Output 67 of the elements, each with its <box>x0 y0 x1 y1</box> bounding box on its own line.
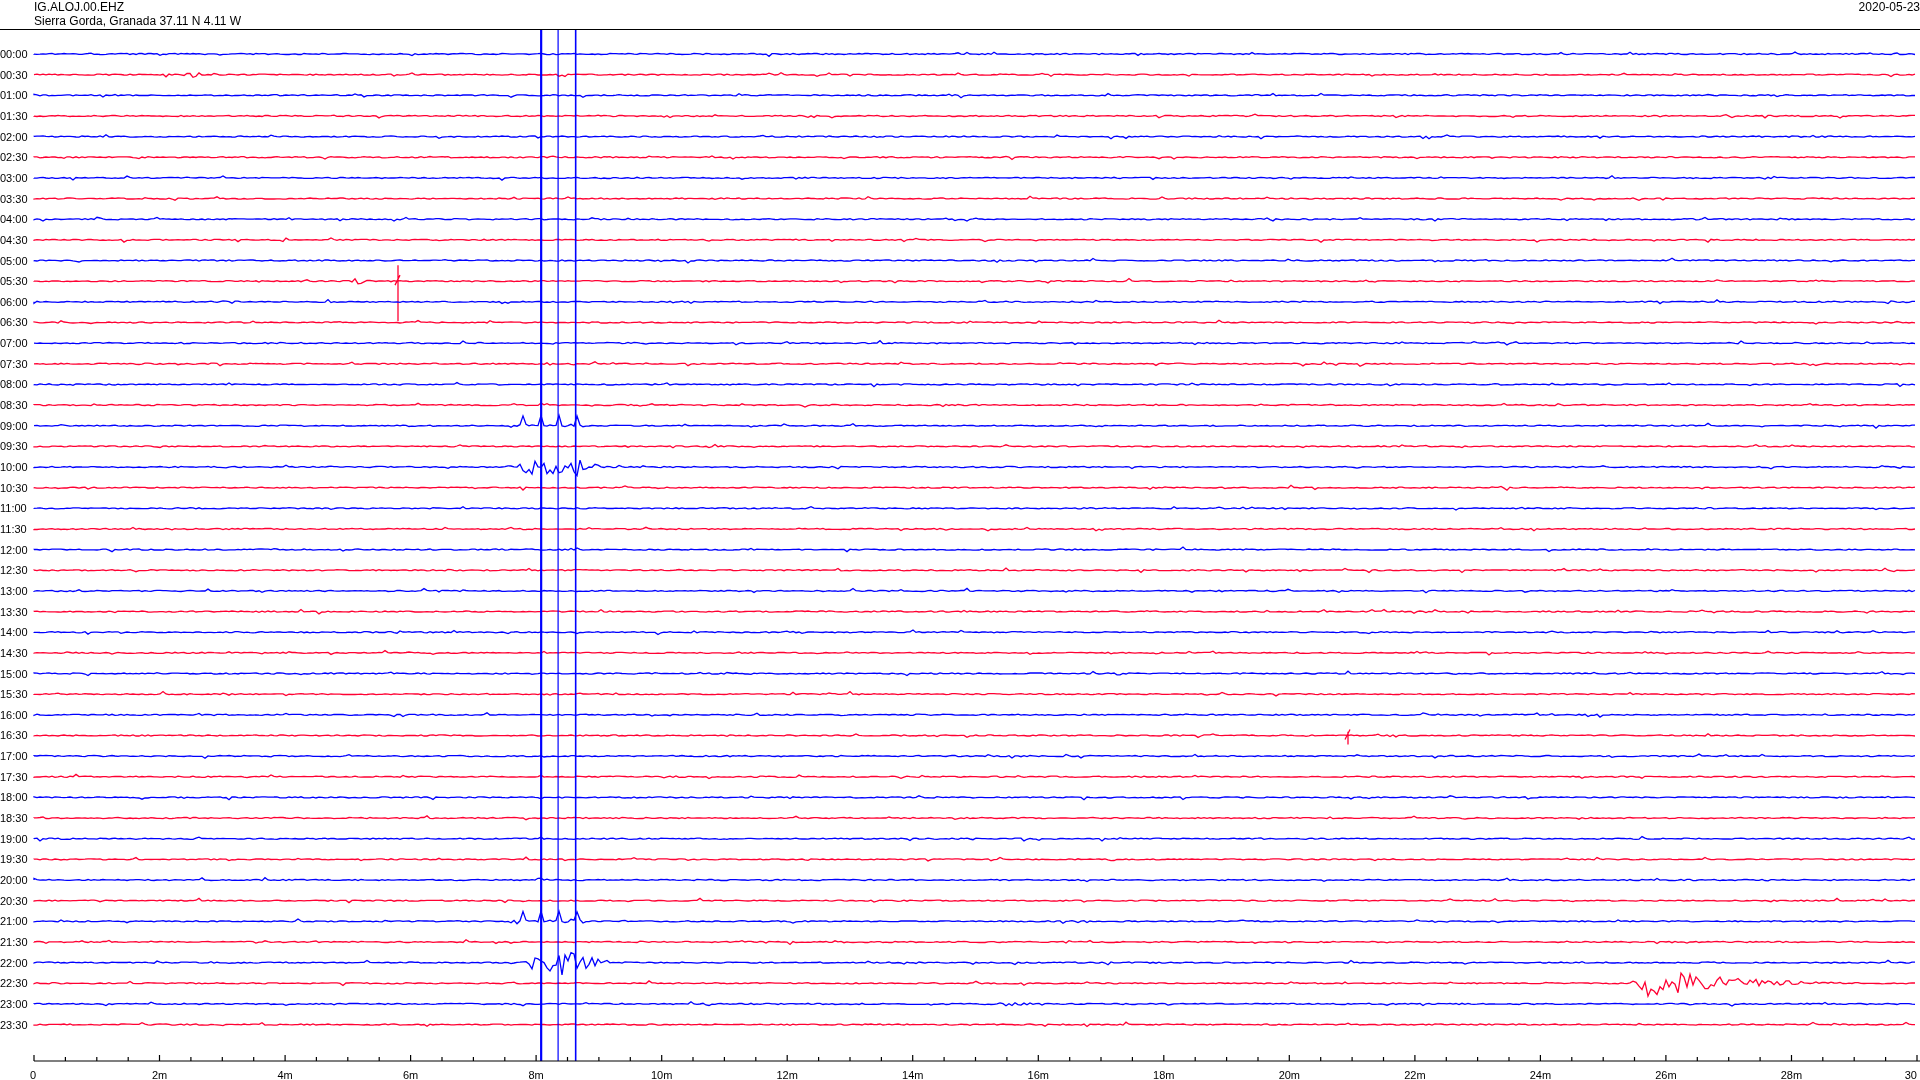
axis-label: 8m <box>528 1069 544 1079</box>
axis-label: 24m <box>1529 1069 1552 1079</box>
axis-label: 6m <box>402 1069 419 1079</box>
time-label: 05:30 <box>0 275 28 288</box>
axis-label: 22m <box>1404 1069 1426 1079</box>
time-label: 12:30 <box>0 564 28 577</box>
time-label: 14:30 <box>0 646 28 659</box>
time-label: 18:30 <box>0 812 28 825</box>
time-label: 01:30 <box>0 109 28 122</box>
time-label: 02:00 <box>0 130 28 143</box>
time-label: 03:30 <box>0 192 28 205</box>
time-label: 10:30 <box>0 481 28 494</box>
station-code: IG.ALOJ.00.EHZ <box>34 0 126 14</box>
time-label: 11:30 <box>0 522 27 535</box>
time-label: 13:30 <box>0 605 28 618</box>
time-label: 08:00 <box>0 378 28 391</box>
time-label: 06:30 <box>0 316 28 329</box>
time-label: 06:00 <box>0 295 28 308</box>
time-label: 20:30 <box>0 894 28 907</box>
plot-date: 2020-05-23 <box>1858 0 1920 14</box>
time-label: 15:30 <box>0 688 28 701</box>
time-label: 09:30 <box>0 440 28 453</box>
time-label: 21:00 <box>0 915 28 928</box>
time-label: 16:30 <box>0 729 28 742</box>
axis-label: 2m <box>151 1069 168 1079</box>
axis-label: 26m <box>1655 1069 1677 1079</box>
axis-label: 28m <box>1780 1069 1803 1079</box>
time-label: 00:00 <box>0 48 28 60</box>
time-label: 23:00 <box>0 997 28 1010</box>
time-label: 22:30 <box>0 977 28 990</box>
time-label: 04:30 <box>0 233 28 246</box>
time-label: 04:00 <box>0 213 28 226</box>
time-label: 05:00 <box>0 254 28 267</box>
axis-label: 10m <box>650 1069 673 1079</box>
time-label: 21:30 <box>0 935 28 948</box>
axis-label: 4m <box>277 1069 293 1079</box>
axis-label: 16m <box>1027 1069 1049 1079</box>
time-label: 19:30 <box>0 853 28 866</box>
time-label: 07:00 <box>0 337 28 350</box>
time-label: 16:00 <box>0 708 28 721</box>
time-label: 07:30 <box>0 357 28 370</box>
axis-label: 14m <box>902 1069 924 1079</box>
time-label: 12:00 <box>0 543 28 556</box>
time-label: 19:00 <box>0 832 28 845</box>
time-label: 09:00 <box>0 419 28 432</box>
time-label: 17:30 <box>0 770 28 783</box>
time-label: 01:00 <box>0 89 28 102</box>
time-label: 15:00 <box>0 667 28 680</box>
time-label: 03:00 <box>0 171 28 184</box>
time-label: 08:30 <box>0 399 28 412</box>
time-label: 13:00 <box>0 584 28 597</box>
time-label: 11:00 <box>0 502 27 515</box>
axis-label: 12m <box>776 1069 798 1079</box>
time-label: 23:30 <box>0 1018 28 1031</box>
axis-label: 20m <box>1278 1069 1301 1079</box>
axis-label: 0 <box>30 1069 37 1079</box>
time-label: 17:00 <box>0 750 28 763</box>
time-label: 20:00 <box>0 874 28 886</box>
axis-label: 18m <box>1153 1069 1175 1079</box>
time-label: 10:00 <box>0 461 28 473</box>
time-label: 18:00 <box>0 791 28 804</box>
time-label: 02:30 <box>0 151 28 164</box>
time-label: 22:00 <box>0 956 28 969</box>
time-label: 00:30 <box>0 68 28 81</box>
station-location: Sierra Gorda, Granada 37.11 N 4.11 W <box>34 14 241 28</box>
time-label: 14:00 <box>0 626 28 639</box>
axis-label: 30 <box>1904 1069 1917 1079</box>
